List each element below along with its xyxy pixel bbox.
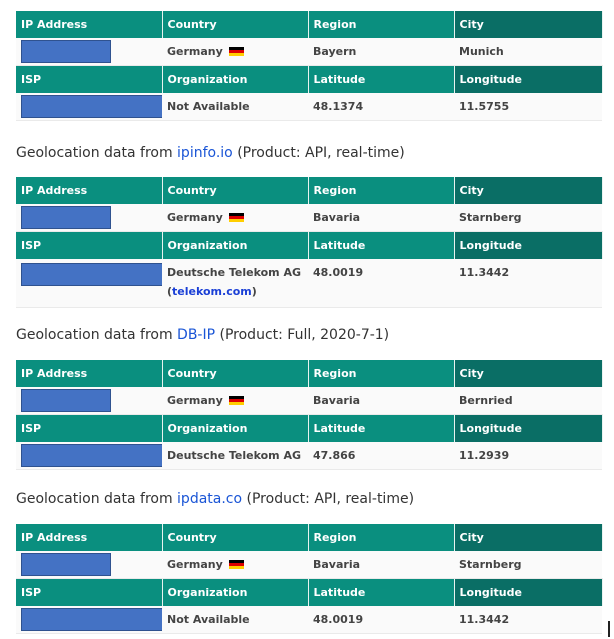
source-caption: Geolocation data from ipinfo.io (Product…	[16, 145, 405, 161]
country-value: Germany	[167, 558, 223, 571]
region-value: Bavaria	[308, 204, 454, 232]
city-value: Bernried	[454, 387, 602, 415]
country-cell: Germany	[162, 551, 308, 579]
header-longitude: Longitude	[454, 65, 603, 93]
ip-address-cell	[16, 204, 162, 232]
city-value: Starnberg	[454, 551, 602, 579]
header-longitude: Longitude	[454, 578, 603, 606]
source-caption: Geolocation data from DB-IP (Product: Fu…	[16, 327, 389, 343]
header-isp: ISP	[16, 414, 163, 442]
header-latitude: Latitude	[308, 414, 455, 442]
text-cursor	[608, 621, 610, 637]
organization-value: Not Available	[162, 606, 308, 634]
longitude-value: 11.3442	[454, 259, 602, 308]
header-city: City	[454, 11, 603, 38]
redacted-isp	[21, 444, 163, 467]
country-value: Germany	[167, 211, 223, 224]
country-cell: Germany	[162, 38, 308, 66]
header-latitude: Latitude	[308, 231, 455, 259]
latitude-value: 48.0019	[308, 259, 454, 308]
redacted-ip	[21, 389, 111, 412]
header-longitude: Longitude	[454, 231, 603, 259]
country-value: Germany	[167, 45, 223, 58]
header-latitude: Latitude	[308, 578, 455, 606]
source-caption: Geolocation data from ipdata.co (Product…	[16, 491, 414, 507]
header-ip-address: IP Address	[16, 177, 163, 204]
geo-table-4: IP Address Country Region City Germany B…	[16, 524, 603, 634]
city-value: Starnberg	[454, 204, 602, 232]
country-value: Germany	[167, 394, 223, 407]
header-region: Region	[308, 11, 455, 38]
redacted-isp	[21, 263, 163, 286]
isp-cell	[16, 606, 163, 634]
germany-flag-icon	[228, 396, 244, 405]
header-longitude: Longitude	[454, 414, 603, 442]
isp-cell	[16, 93, 163, 121]
isp-cell	[16, 259, 163, 308]
region-value: Bayern	[308, 38, 454, 66]
header-city: City	[454, 177, 603, 204]
isp-cell	[16, 442, 163, 470]
header-latitude: Latitude	[308, 65, 455, 93]
header-organization: Organization	[162, 578, 309, 606]
country-cell: Germany	[162, 204, 308, 232]
header-region: Region	[308, 177, 455, 204]
header-region: Region	[308, 524, 455, 551]
region-value: Bavaria	[308, 551, 454, 579]
organization-value: Not Available	[162, 93, 308, 121]
germany-flag-icon	[228, 213, 244, 222]
header-ip-address: IP Address	[16, 360, 163, 387]
header-organization: Organization	[162, 65, 309, 93]
header-isp: ISP	[16, 231, 163, 259]
organization-value: Deutsche Telekom AG	[162, 442, 308, 470]
caption-prefix: Geolocation data from	[16, 145, 178, 161]
organization-value: Deutsche Telekom AG	[167, 266, 302, 279]
caption-suffix: (Product: Full, 2020-7-1)	[215, 327, 390, 343]
longitude-value: 11.2939	[454, 442, 602, 470]
header-isp: ISP	[16, 578, 163, 606]
header-region: Region	[308, 360, 455, 387]
latitude-value: 47.866	[308, 442, 454, 470]
redacted-isp	[21, 608, 163, 631]
geo-table-1: IP Address Country Region City Germany B…	[16, 11, 603, 121]
ip-address-cell	[16, 551, 162, 579]
redacted-isp	[21, 95, 163, 118]
region-value: Bavaria	[308, 387, 454, 415]
geo-table-2: IP Address Country Region City Germany B…	[16, 177, 603, 308]
city-value: Munich	[454, 38, 602, 66]
header-country: Country	[162, 177, 309, 204]
header-country: Country	[162, 11, 309, 38]
header-city: City	[454, 360, 603, 387]
source-link-ipdata[interactable]: ipdata.co	[177, 491, 242, 507]
caption-prefix: Geolocation data from	[16, 327, 178, 343]
germany-flag-icon	[228, 47, 244, 56]
source-link-ipinfo[interactable]: ipinfo.io	[177, 145, 233, 161]
redacted-ip	[21, 40, 111, 63]
source-link-dbip[interactable]: DB-IP	[177, 327, 215, 343]
header-country: Country	[162, 360, 309, 387]
caption-prefix: Geolocation data from	[16, 491, 178, 507]
caption-suffix: (Product: API, real-time)	[242, 491, 415, 507]
header-ip-address: IP Address	[16, 11, 163, 38]
organization-cell: Deutsche Telekom AG (telekom.com)	[162, 259, 308, 308]
org-domain-link[interactable]: telekom.com	[172, 285, 252, 298]
header-country: Country	[162, 524, 309, 551]
header-organization: Organization	[162, 414, 309, 442]
header-city: City	[454, 524, 603, 551]
longitude-value: 11.3442	[454, 606, 602, 634]
header-isp: ISP	[16, 65, 163, 93]
redacted-ip	[21, 553, 111, 576]
caption-suffix: (Product: API, real-time)	[232, 145, 405, 161]
latitude-value: 48.1374	[308, 93, 454, 121]
header-ip-address: IP Address	[16, 524, 163, 551]
germany-flag-icon	[228, 560, 244, 569]
header-organization: Organization	[162, 231, 309, 259]
ip-address-cell	[16, 387, 162, 415]
latitude-value: 48.0019	[308, 606, 454, 634]
redacted-ip	[21, 206, 111, 229]
geo-table-3: IP Address Country Region City Germany B…	[16, 360, 603, 470]
longitude-value: 11.5755	[454, 93, 602, 121]
country-cell: Germany	[162, 387, 308, 415]
ip-address-cell	[16, 38, 162, 66]
